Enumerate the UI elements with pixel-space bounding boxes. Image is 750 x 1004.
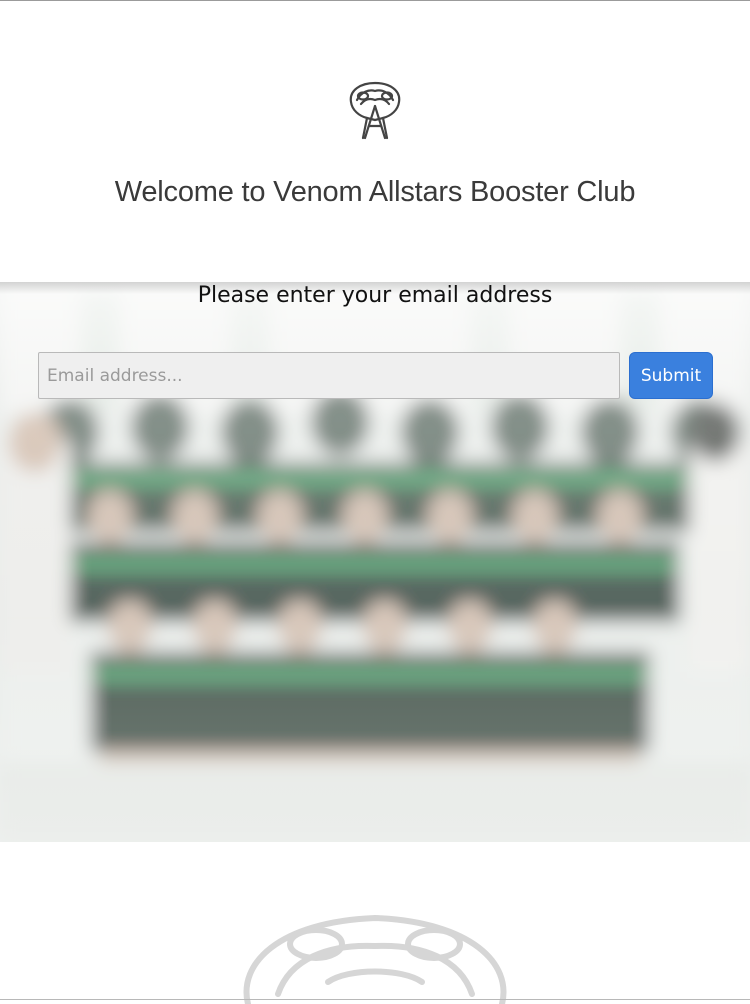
submit-button[interactable]: Submit bbox=[629, 352, 713, 399]
top-border bbox=[0, 0, 750, 1]
snake-watermark-icon bbox=[228, 904, 522, 1004]
email-input[interactable] bbox=[38, 352, 620, 399]
snake-logo-icon bbox=[343, 80, 407, 142]
email-prompt: Please enter your email address bbox=[197, 283, 553, 308]
welcome-heading: Welcome to Venom Allstars Booster Club bbox=[114, 176, 636, 208]
